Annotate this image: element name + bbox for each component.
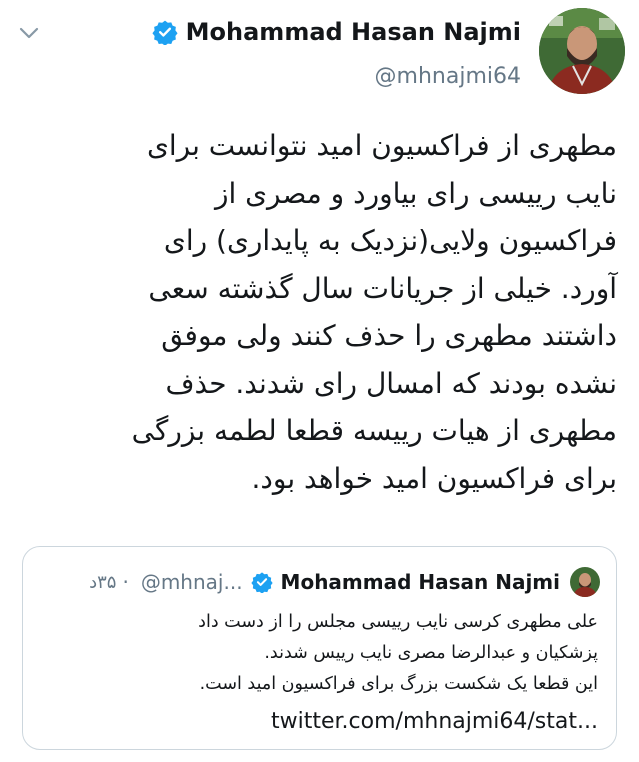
profile-photo — [539, 8, 625, 94]
quoted-tweet-link[interactable]: twitter.com/mhnajmi64/stat... — [39, 709, 598, 734]
verified-badge-icon — [250, 571, 273, 594]
chevron-down-icon — [19, 27, 39, 39]
avatar[interactable] — [539, 8, 625, 94]
more-options-chevron[interactable] — [18, 22, 40, 44]
quoted-timestamp[interactable]: ۳۵د — [89, 572, 116, 593]
quoted-tweet-text: علی مطهری کرسی نایب رییسی مجلس را از دست… — [198, 612, 598, 694]
quoted-tweet[interactable]: Mohammad Hasan Najmi @mhnaj... · ۳۵د علی… — [22, 546, 617, 750]
author-display-name: Mohammad Hasan Najmi — [185, 18, 521, 46]
author-row[interactable]: Mohammad Hasan Najmi — [152, 18, 521, 46]
quoted-display-name: Mohammad Hasan Najmi — [280, 570, 560, 594]
tweet-text: مطهری از فراکسیون امید نتوانست برای نایب… — [131, 129, 617, 495]
quoted-handle: @mhnaj... — [140, 570, 243, 594]
separator-dot: · — [122, 570, 129, 594]
quoted-avatar — [570, 567, 600, 597]
quoted-tweet-header: Mohammad Hasan Najmi @mhnaj... · ۳۵د — [37, 565, 600, 599]
verified-badge-icon — [152, 19, 178, 46]
author-handle[interactable]: @mhnajmi64 — [375, 64, 521, 89]
